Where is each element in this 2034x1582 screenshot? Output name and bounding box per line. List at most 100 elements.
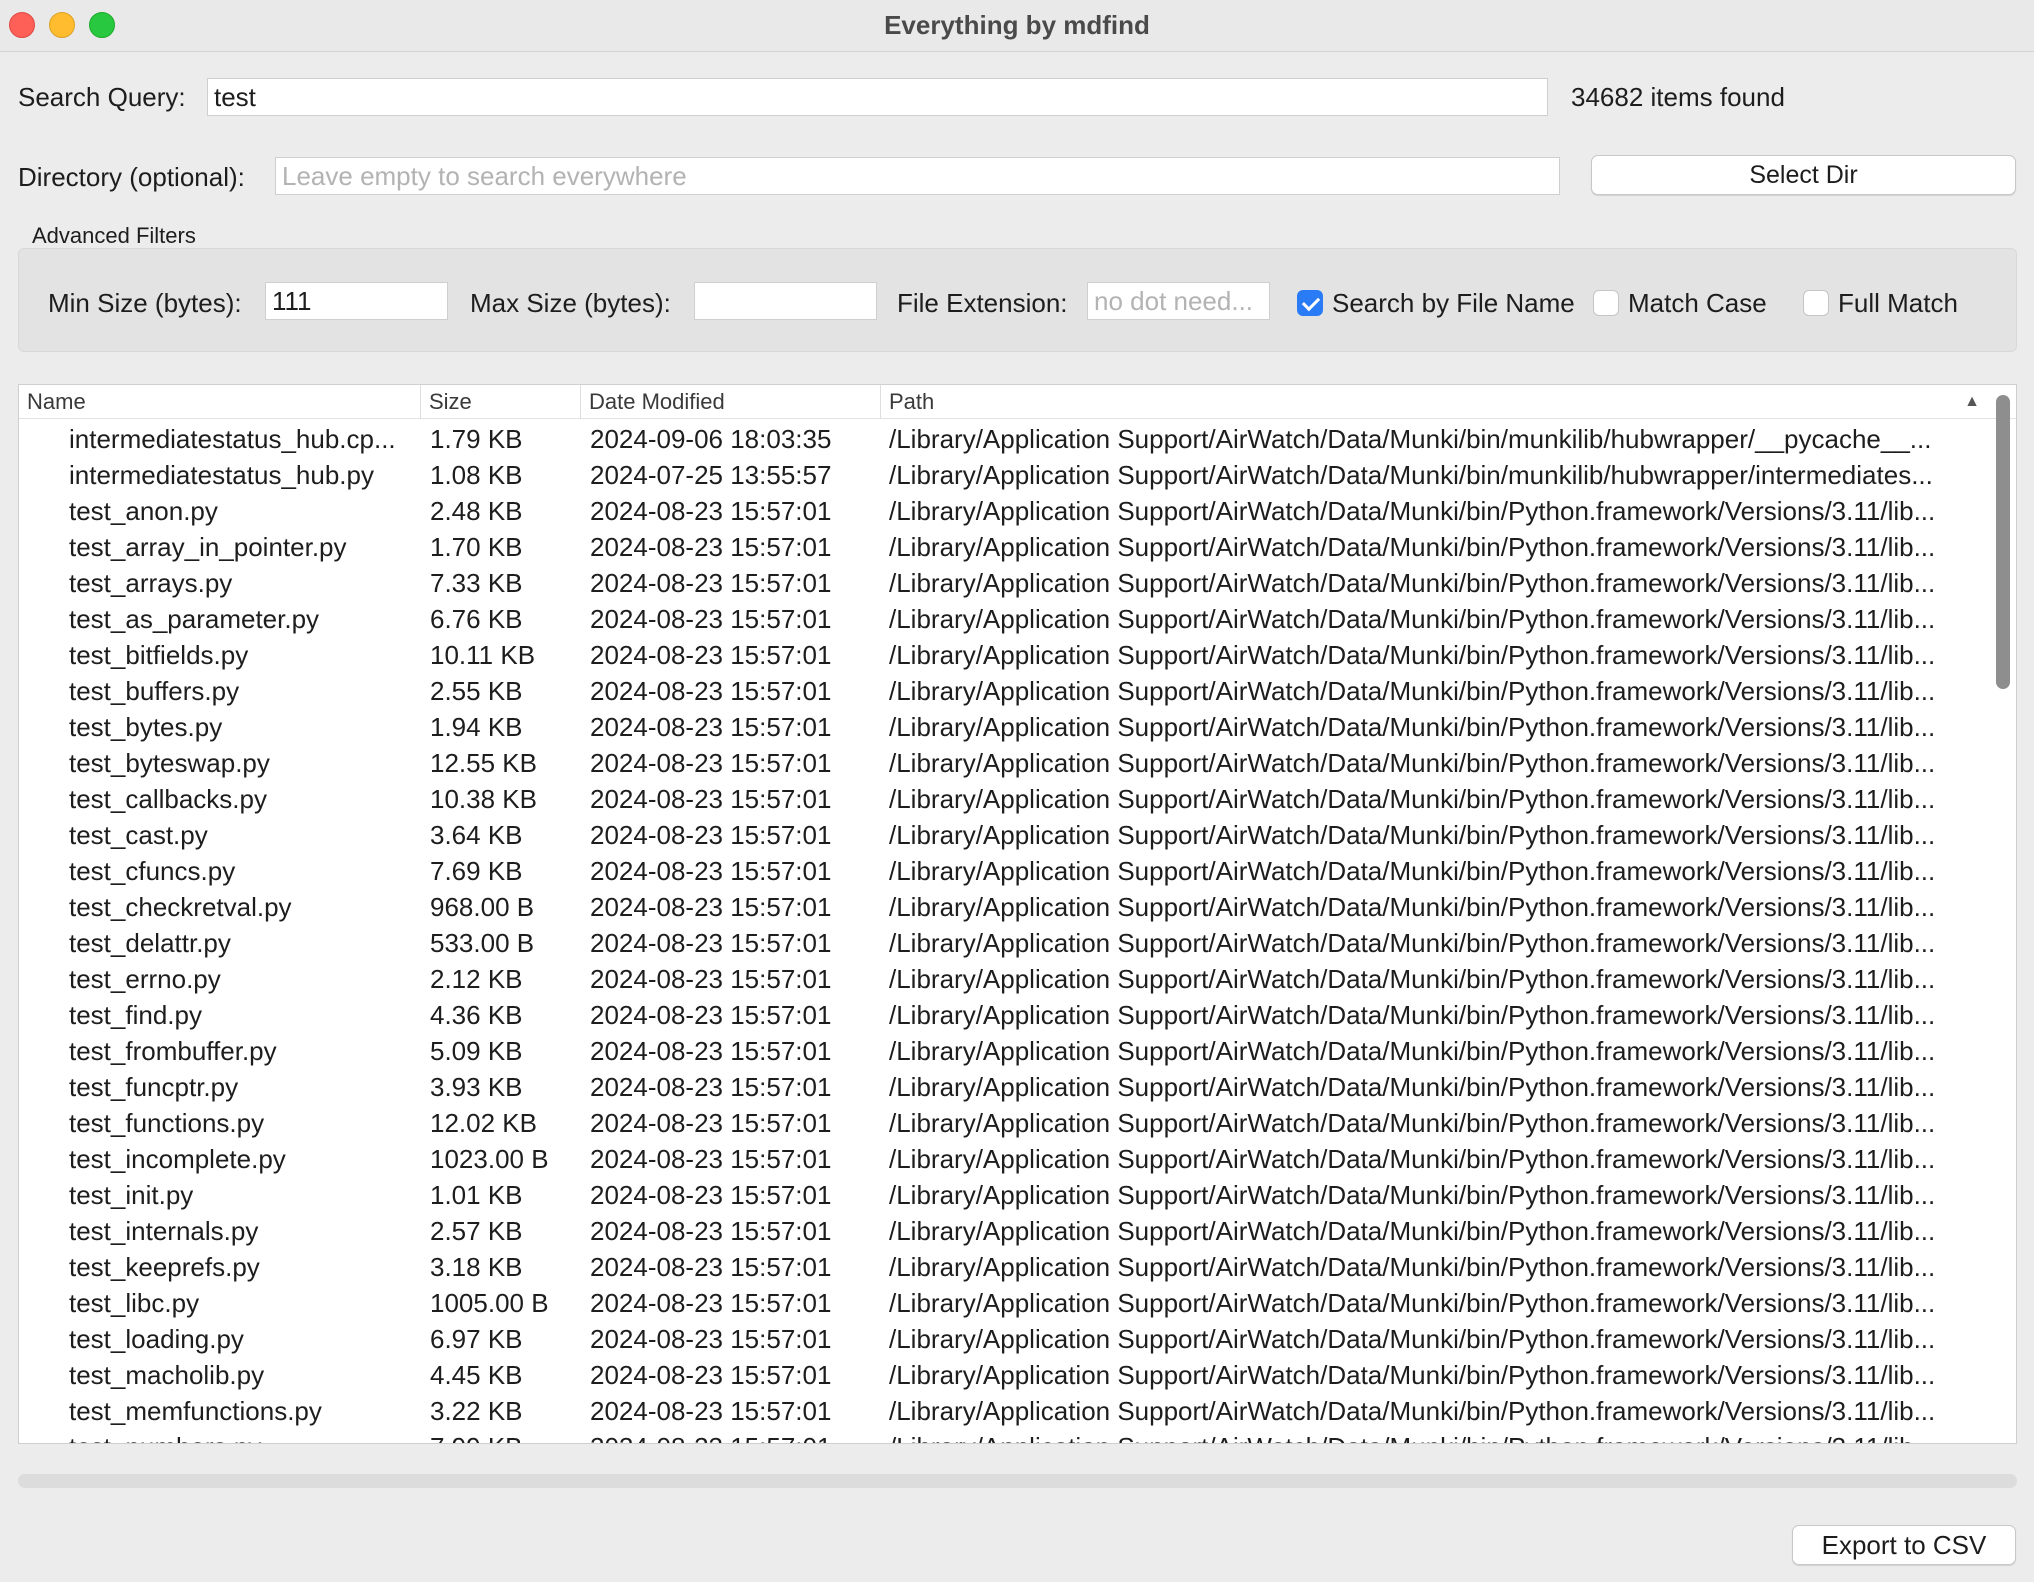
directory-input[interactable]	[275, 157, 1560, 195]
max-size-label: Max Size (bytes):	[470, 288, 671, 318]
cell-path: /Library/Application Support/AirWatch/Da…	[889, 1396, 1936, 1426]
cell-path: /Library/Application Support/AirWatch/Da…	[889, 496, 1936, 526]
cell-path: /Library/Application Support/AirWatch/Da…	[889, 676, 1936, 706]
cell-size: 1.79 KB	[430, 424, 523, 454]
table-row[interactable]: test_buffers.py 2.55 KB 2024-08-23 15:57:0…	[19, 673, 1989, 709]
table-row[interactable]: test_incomplete.py 1023.00 B 2024-08-23 15…	[19, 1141, 1989, 1177]
cell-path: /Library/Application Support/AirWatch/Da…	[889, 424, 1932, 454]
cell-name: test_checkretval.py	[69, 892, 292, 922]
cell-size: 6.97 KB	[430, 1324, 523, 1354]
file-extension-label: File Extension:	[897, 288, 1068, 318]
cell-name: test_errno.py	[69, 964, 221, 994]
search-by-name-checkbox[interactable]	[1297, 290, 1323, 316]
search-query-input[interactable]	[207, 78, 1548, 116]
cell-size: 1.70 KB	[430, 532, 523, 562]
vertical-scrollbar-thumb[interactable]	[1996, 395, 2010, 689]
table-row[interactable]: test_delattr.py 533.00 B 2024-08-23 15:57:…	[19, 925, 1989, 961]
cell-size: 2.12 KB	[430, 964, 523, 994]
vertical-scrollbar[interactable]	[1996, 395, 2010, 1435]
table-row[interactable]: test_loading.py 6.97 KB 2024-08-23 15:57:0…	[19, 1321, 1989, 1357]
window-title: Everything by mdfind	[884, 10, 1150, 40]
table-row[interactable]: intermediatestatus_hub.cp... 1.79 KB 2024-…	[19, 421, 1989, 457]
table-row[interactable]: test_array_in_pointer.py 1.70 KB 2024-08-2…	[19, 529, 1989, 565]
column-header-size[interactable]: Size	[420, 385, 580, 419]
column-header-name[interactable]: Name	[19, 385, 420, 419]
table-row[interactable]: test_callbacks.py 10.38 KB 2024-08-23 15:5…	[19, 781, 1989, 817]
cell-size: 2.48 KB	[430, 496, 523, 526]
cell-name: test_init.py	[69, 1180, 194, 1210]
cell-name: test_byteswap.py	[69, 748, 270, 778]
cell-date-modified: 2024-08-23 15:57:01	[590, 1072, 832, 1102]
cell-name: test_memfunctions.py	[69, 1396, 322, 1426]
full-match-checkbox[interactable]	[1803, 290, 1829, 316]
cell-size: 10.11 KB	[430, 640, 536, 670]
column-header-path[interactable]: Path	[880, 385, 2016, 419]
table-row[interactable]: test_init.py 1.01 KB 2024-08-23 15:57:01/L…	[19, 1177, 1989, 1213]
cell-date-modified: 2024-08-23 15:57:01	[590, 496, 832, 526]
cell-name: test_bytes.py	[69, 712, 223, 742]
table-row[interactable]: test_libc.py 1005.00 B 2024-08-23 15:57:01…	[19, 1285, 1989, 1321]
cell-size: 7.99 KB	[430, 1429, 580, 1443]
table-row[interactable]: intermediatestatus_hub.py 1.08 KB 2024-07-…	[19, 457, 1989, 493]
cell-size: 12.55 KB	[430, 748, 537, 778]
cell-path: /Library/Application Support/AirWatch/Da…	[889, 1180, 1936, 1210]
cell-size: 1.01 KB	[430, 1180, 523, 1210]
cell-name: test_array_in_pointer.py	[69, 532, 347, 562]
result-count: 34682 items found	[1571, 82, 1785, 112]
export-csv-button[interactable]: Export to CSV	[1792, 1525, 2016, 1565]
cell-path: /Library/Application Support/AirWatch/Da…	[889, 1288, 1936, 1318]
table-row[interactable]: test_internals.py 2.57 KB 2024-08-23 15:57…	[19, 1213, 1989, 1249]
cell-path: /Library/Application Support/AirWatch/Da…	[889, 1429, 1993, 1443]
cell-path: /Library/Application Support/AirWatch/Da…	[889, 712, 1936, 742]
table-row[interactable]: test_arrays.py 7.33 KB 2024-08-23 15:57:01…	[19, 565, 1989, 601]
table-body: intermediatestatus_hub.cp... 1.79 KB 2024-…	[19, 421, 1989, 1443]
match-case-label: Match Case	[1628, 288, 1767, 318]
table-row[interactable]: test_byteswap.py 12.55 KB 2024-08-23 15:57…	[19, 745, 1989, 781]
table-row[interactable]: test_macholib.py 4.45 KB 2024-08-23 15:57:…	[19, 1357, 1989, 1393]
table-row[interactable]: test_cfuncs.py 7.69 KB 2024-08-23 15:57:01…	[19, 853, 1989, 889]
cell-date-modified: 2024-08-23 15:57:01	[590, 1144, 832, 1174]
cell-date-modified: 2024-08-23 15:57:01	[590, 568, 832, 598]
chevron-up-icon: ▲	[1964, 393, 1980, 410]
table-row[interactable]: test_functions.py 12.02 KB 2024-08-23 15:5…	[19, 1105, 1989, 1141]
max-size-input[interactable]	[694, 282, 877, 320]
table-row[interactable]: test_frombuffer.py 5.09 KB 2024-08-23 15:5…	[19, 1033, 1989, 1069]
cell-name: test_numbers.py	[69, 1429, 429, 1443]
table-row[interactable]: test_errno.py 2.12 KB 2024-08-23 15:57:01 /…	[19, 961, 1989, 997]
cell-path: /Library/Application Support/AirWatch/Da…	[889, 568, 1936, 598]
cell-date-modified: 2024-08-23 15:57:01	[590, 1396, 832, 1426]
table-row[interactable]: test_checkretval.py 968.00 B 2024-08-23 15…	[19, 889, 1989, 925]
cell-date-modified: 2024-08-23 15:57:01	[590, 1216, 832, 1246]
cell-date-modified: 2024-08-23 15:57:01	[590, 748, 832, 778]
cell-path: /Library/Application Support/AirWatch/Da…	[889, 820, 1936, 850]
cell-date-modified: 2024-08-23 15:57:01	[590, 1108, 832, 1138]
cell-name: test_find.py	[69, 1000, 202, 1030]
table-row[interactable]: test_numbers.py7.99 KB 2024-08-23 15:57:0…	[19, 1429, 1989, 1443]
table-row[interactable]: test_cast.py 3.64 KB 2024-08-23 15:57:01/L…	[19, 817, 1989, 853]
cell-path: /Library/Application Support/AirWatch/Da…	[889, 1324, 1936, 1354]
cell-path: /Library/Application Support/AirWatch/Da…	[889, 1072, 1936, 1102]
table-row[interactable]: test_keeprefs.py 3.18 KB 2024-08-23 15:57:…	[19, 1249, 1989, 1285]
cell-path: /Library/Application Support/AirWatch/Da…	[889, 1144, 1936, 1174]
table-row[interactable]: test_memfunctions.py 3.22 KB 2024-08-23 15…	[19, 1393, 1989, 1429]
min-size-input[interactable]	[265, 282, 448, 320]
cell-path: /Library/Application Support/AirWatch/Da…	[889, 856, 1936, 886]
cell-size: 2.57 KB	[430, 1216, 523, 1246]
match-case-checkbox[interactable]	[1593, 290, 1619, 316]
table-row[interactable]: test_find.py 4.36 KB 2024-08-23 15:57:01/L…	[19, 997, 1989, 1033]
table-row[interactable]: test_bitfields.py 10.11 KB 2024-08-23 15:5…	[19, 637, 1989, 673]
file-extension-input[interactable]	[1087, 282, 1270, 320]
cell-name: intermediatestatus_hub.cp...	[69, 424, 396, 454]
table-row[interactable]: test_as_parameter.py 6.76 KB 2024-08-23 15…	[19, 601, 1989, 637]
horizontal-scrollbar[interactable]	[18, 1474, 2017, 1488]
table-row[interactable]: test_anon.py 2.48 KB 2024-08-23 15:57:01/L…	[19, 493, 1989, 529]
cell-name: test_functions.py	[69, 1108, 265, 1138]
column-header-date-modified[interactable]: Date Modified	[580, 385, 880, 419]
table-row[interactable]: test_funcptr.py 3.93 KB 2024-08-23 15:57:0…	[19, 1069, 1989, 1105]
select-dir-button[interactable]: Select Dir	[1591, 155, 2016, 195]
min-size-label: Min Size (bytes):	[48, 288, 242, 318]
cell-date-modified: 2024-09-06 18:03:35	[590, 424, 832, 454]
cell-path: /Library/Application Support/AirWatch/Da…	[889, 1108, 1936, 1138]
cell-path: /Library/Application Support/AirWatch/Da…	[889, 1000, 1936, 1030]
table-row[interactable]: test_bytes.py 1.94 KB 2024-08-23 15:57:01 /…	[19, 709, 1989, 745]
